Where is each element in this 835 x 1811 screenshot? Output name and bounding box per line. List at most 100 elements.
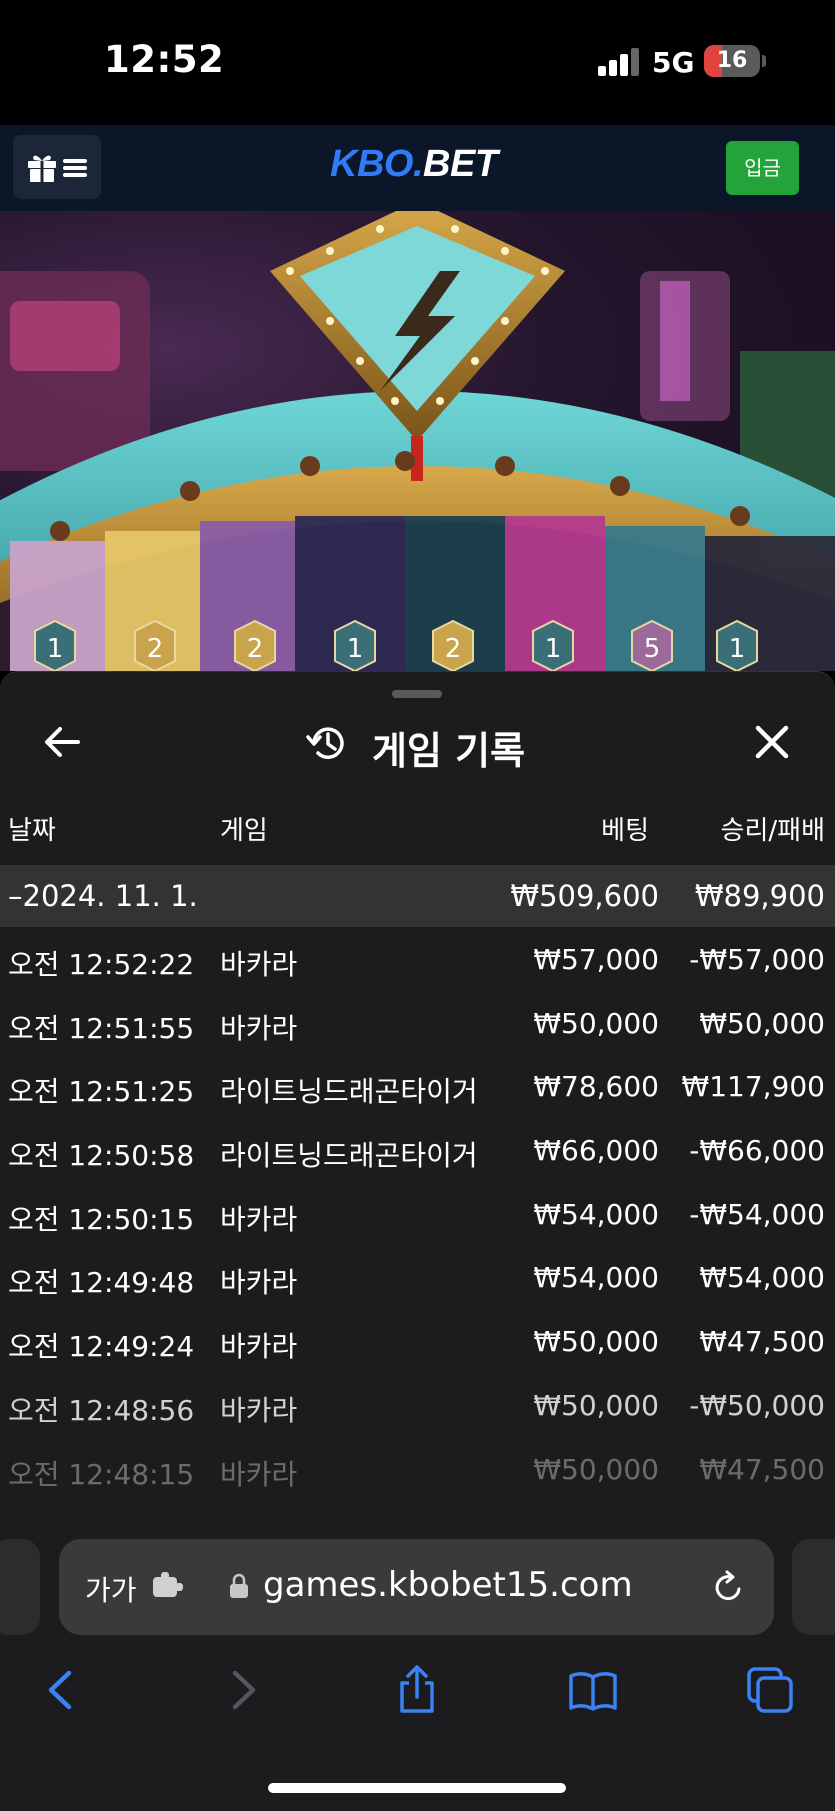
row-bet: ₩57,000 (533, 943, 659, 976)
table-row[interactable]: 오전 12:52:22 바카라 ₩57,000 -₩57,000 (0, 927, 835, 991)
segment-shield: 1 (34, 619, 76, 671)
table-row[interactable]: 오전 12:49:24 바카라 ₩50,000 ₩47,500 (0, 1309, 835, 1373)
game-wheel-view: 1 2 2 1 2 1 5 1 (0, 211, 835, 671)
column-header-game[interactable]: 게임 (220, 810, 268, 847)
row-game: 바카라 (220, 1011, 298, 1045)
row-time: 오전 12:50:58 (8, 1139, 195, 1173)
status-time: 12:52 (104, 38, 225, 81)
segment-label: 1 (729, 634, 746, 664)
network-type: 5G (652, 46, 695, 79)
row-game: 바카라 (220, 1393, 298, 1427)
previous-tab-preview[interactable] (0, 1539, 40, 1635)
row-result: ₩117,900 (681, 1070, 825, 1104)
row-bet: ₩54,000 (533, 1261, 659, 1295)
segment-shield: 5 (631, 619, 673, 671)
row-game: 바카라 (220, 1330, 298, 1364)
segment-label: 2 (247, 634, 264, 664)
row-result: ₩54,000 (699, 1261, 825, 1295)
row-result: -₩54,000 (689, 1197, 825, 1231)
segment-label: 2 (147, 634, 164, 664)
battery-cap (762, 55, 766, 67)
row-bet: ₩50,000 (533, 1388, 659, 1422)
segment-shield: 2 (234, 619, 276, 671)
row-game: 바카라 (220, 1266, 298, 1300)
bookmarks-icon[interactable] (568, 1665, 618, 1715)
row-result: -₩66,000 (689, 1134, 825, 1168)
logo-kbo: KBO. (330, 143, 424, 185)
row-game: 라이트닝드래곤타이거 (220, 1075, 478, 1109)
status-bar: 12:52 5G 16 (0, 0, 835, 125)
segment-label: 1 (347, 634, 364, 664)
close-icon[interactable] (752, 722, 792, 762)
row-time: 오전 12:48:56 (8, 1393, 195, 1427)
row-time: 오전 12:52:22 (8, 948, 195, 981)
table-row[interactable]: 오전 12:48:56 바카라 ₩50,000 -₩50,000 (0, 1373, 835, 1437)
segment-shield: 2 (432, 619, 474, 671)
table-row[interactable]: 오전 12:51:55 바카라 ₩50,000 ₩50,000 (0, 991, 835, 1055)
row-time: 오전 12:49:48 (8, 1266, 195, 1300)
date-summary-row[interactable]: –2024. 11. 1. ₩509,600 ₩89,900 (0, 865, 835, 927)
row-result: -₩50,000 (689, 1388, 825, 1422)
site-logo[interactable]: KBO.BET (330, 143, 498, 186)
column-header-result[interactable]: 승리/패배 (721, 810, 825, 847)
history-icon (306, 727, 344, 759)
row-result: ₩47,500 (699, 1452, 825, 1486)
row-bet: ₩50,000 (533, 1006, 659, 1040)
segment-shield: 1 (716, 619, 758, 671)
summary-result-total: ₩89,900 (694, 879, 825, 913)
next-tab-preview[interactable] (792, 1539, 835, 1635)
segment-label: 5 (644, 634, 661, 664)
logo-bet: BET (423, 143, 498, 185)
site-header: KBO.BET 입금 (0, 125, 835, 212)
table-row[interactable]: 오전 12:50:58 라이트닝드래곤타이거 ₩66,000 -₩66,000 (0, 1118, 835, 1182)
segment-label: 2 (445, 634, 462, 664)
home-indicator[interactable] (268, 1783, 566, 1793)
game-history-sheet: 게임 기록 날짜 게임 베팅 승리/패배 –2024. 11. 1. ₩509,… (0, 671, 835, 1526)
row-time: 오전 12:49:24 (8, 1330, 195, 1364)
extension-icon[interactable] (151, 1571, 185, 1601)
hamburger-icon (63, 159, 87, 177)
address-bar[interactable]: 가가 games.kbobet15.com (59, 1539, 774, 1635)
page-settings-button[interactable]: 가가 (85, 1569, 137, 1609)
wheel-illustration: 1 2 2 1 2 1 5 1 (0, 211, 835, 671)
signal-icon (598, 48, 640, 76)
segment-label: 1 (47, 634, 64, 664)
deposit-button[interactable]: 입금 (726, 141, 799, 195)
back-arrow-icon[interactable] (42, 722, 82, 762)
column-header-date[interactable]: 날짜 (8, 810, 56, 847)
row-game: 바카라 (220, 948, 298, 981)
table-row[interactable]: 오전 12:51:25 라이트닝드래곤타이거 ₩78,600 ₩117,900 (0, 1054, 835, 1118)
row-game: 라이트닝드래곤타이거 (220, 1139, 478, 1173)
reload-icon[interactable] (711, 1569, 747, 1605)
back-icon[interactable] (37, 1665, 87, 1715)
row-game: 바카라 (220, 1202, 298, 1236)
menu-button[interactable] (13, 135, 101, 199)
summary-date: –2024. 11. 1. (8, 879, 198, 913)
table-row[interactable]: 오전 12:50:15 바카라 ₩54,000 -₩54,000 (0, 1182, 835, 1246)
sheet-title: 게임 기록 (372, 729, 526, 773)
row-time: 오전 12:51:55 (8, 1011, 195, 1045)
share-icon[interactable] (392, 1665, 442, 1715)
forward-icon[interactable] (217, 1665, 267, 1715)
battery-icon: 16 (704, 45, 760, 77)
row-bet: ₩50,000 (533, 1452, 659, 1486)
segment-shield: 2 (134, 619, 176, 671)
browser-toolbar: 가가 games.kbobet15.com (0, 1525, 835, 1811)
sheet-grabber[interactable] (392, 690, 442, 698)
lock-icon (230, 1573, 248, 1598)
row-time: 오전 12:51:25 (8, 1075, 195, 1109)
tabs-icon[interactable] (745, 1665, 795, 1715)
table-row[interactable]: 오전 12:49:48 바카라 ₩54,000 ₩54,000 (0, 1245, 835, 1309)
row-result: -₩57,000 (689, 943, 825, 976)
segment-shield: 1 (532, 619, 574, 671)
row-bet: ₩78,600 (533, 1070, 659, 1104)
column-header-bet[interactable]: 베팅 (601, 810, 649, 847)
row-time: 오전 12:48:15 (8, 1457, 195, 1491)
row-time: 오전 12:50:15 (8, 1202, 195, 1236)
row-bet: ₩66,000 (533, 1134, 659, 1168)
table-row[interactable]: 오전 12:48:15 바카라 ₩50,000 ₩47,500 (0, 1437, 835, 1501)
segment-label: 1 (545, 634, 562, 664)
battery-level: 16 (716, 48, 748, 73)
url-text: games.kbobet15.com (263, 1565, 633, 1605)
gift-icon (28, 155, 56, 182)
